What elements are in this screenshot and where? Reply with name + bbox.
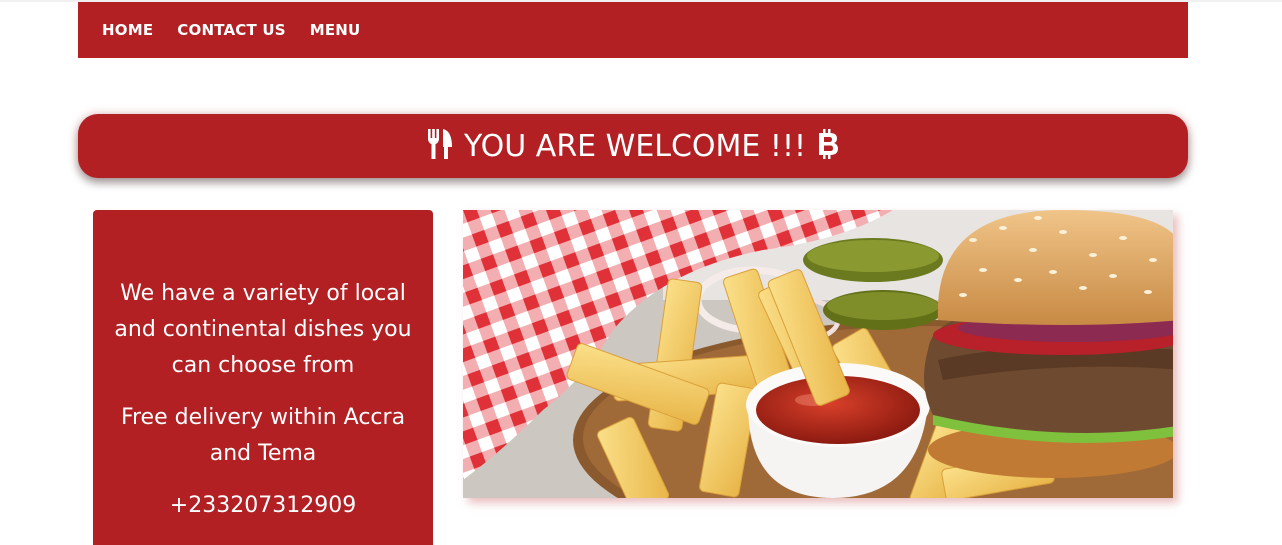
info-delivery-text: Free delivery within Accra and Tema: [120, 405, 406, 466]
info-card: We have a variety of local and continent…: [93, 210, 433, 545]
welcome-title: YOU ARE WELCOME !!!: [464, 128, 806, 164]
hero-food-image: [463, 210, 1173, 498]
nav-link-home[interactable]: HOME: [102, 21, 153, 39]
nav-link-menu[interactable]: MENU: [310, 21, 361, 39]
welcome-banner: YOU ARE WELCOME !!!: [78, 114, 1188, 178]
info-phone-number: +233207312909: [169, 493, 357, 518]
bitcoin-icon: [816, 127, 840, 165]
top-navbar: HOME CONTACT US MENU: [78, 2, 1188, 58]
utensils-icon: [426, 127, 454, 165]
info-dishes-text: We have a variety of local and continent…: [114, 281, 412, 378]
nav-link-contact-us[interactable]: CONTACT US: [177, 21, 285, 39]
